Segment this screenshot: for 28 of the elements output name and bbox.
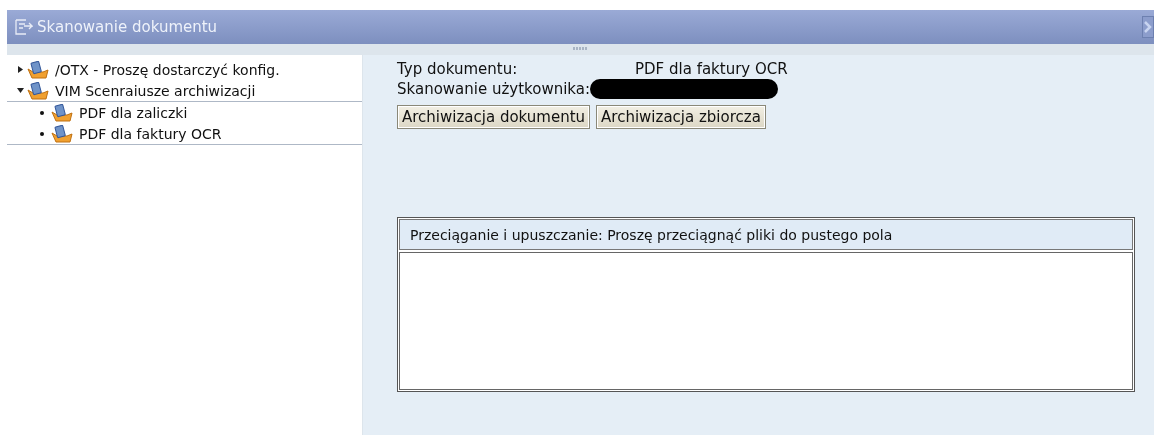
tree-item[interactable]: PDF dla faktury OCR: [7, 123, 362, 145]
field-label: Skanowanie użytkownika:: [397, 80, 591, 98]
window-title: Skanowanie dokumentu: [37, 18, 218, 36]
collapse-arrow-icon[interactable]: [17, 87, 24, 94]
window-icon: [15, 19, 33, 35]
folder-document-icon: [51, 103, 73, 122]
tree-label: VIM Scenraiusze archiwizacji: [55, 82, 256, 99]
bullet-icon: [40, 131, 44, 136]
action-button[interactable]: Archiwizacja zbiorcza: [596, 105, 766, 129]
folder-document-icon: [51, 124, 73, 143]
close-button[interactable]: [1142, 16, 1154, 38]
tree-label: PDF dla faktury OCR: [79, 125, 222, 142]
tree-item[interactable]: VIM Scenraiusze archiwizacji: [7, 80, 362, 102]
drop-area-title: Przeciąganie i upuszczanie: Proszę przeciągnąć pliki do pustego pola: [410, 226, 893, 243]
action-button[interactable]: Archiwizacja dokumentu: [397, 105, 591, 129]
tree-item[interactable]: /OTX - Proszę dostarczyć konfig.: [7, 59, 362, 80]
expand-arrow-icon[interactable]: [17, 66, 24, 73]
folder-document-icon: [27, 81, 49, 100]
tree-label: PDF dla zaliczki: [79, 104, 188, 121]
folder-document-icon: [27, 60, 49, 79]
bullet-icon: [40, 110, 44, 115]
tree-item[interactable]: PDF dla zaliczki: [7, 102, 362, 123]
drop-field[interactable]: [399, 252, 1133, 390]
splitter-handle[interactable]: [573, 47, 587, 50]
field-value: PDF dla faktury OCR: [635, 60, 788, 78]
drop-area[interactable]: Przeciąganie i upuszczanie: Proszę przeciągnąć pliki do pustego pola: [397, 217, 1135, 392]
tree-label: /OTX - Proszę dostarczyć konfig.: [55, 61, 280, 78]
field-label: Typ dokumentu:: [397, 60, 519, 78]
